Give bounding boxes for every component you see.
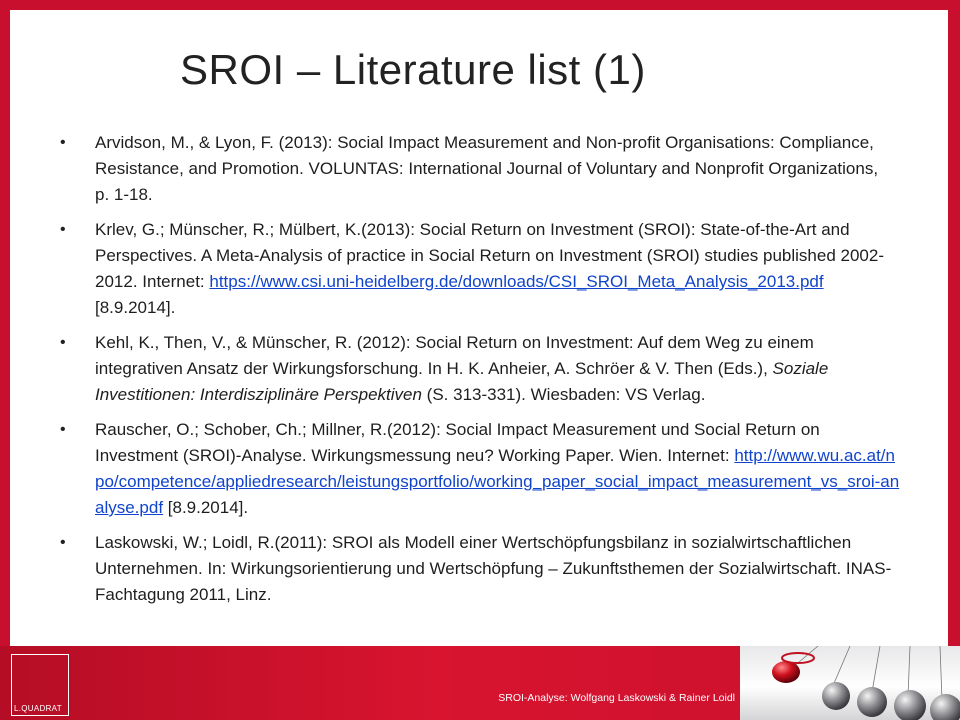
newtons-cradle-image xyxy=(740,646,960,720)
reference-publisher: (S. 313-331). Wiesbaden: VS Verlag. xyxy=(421,385,706,404)
reference-access-date: [8.9.2014]. xyxy=(163,498,249,517)
reference-link[interactable]: https://www.csi.uni-heidelberg.de/downlo… xyxy=(209,272,823,291)
reference-access-date: [8.9.2014]. xyxy=(95,298,176,317)
reference-text: Laskowski, W.; Loidl, R.(2011): SROI als… xyxy=(95,533,892,604)
reference-pages: p. 1-18. xyxy=(95,185,153,204)
reference-text: Arvidson, M., & Lyon, F. (2013): Social … xyxy=(95,133,879,178)
slide-content: SROI – Literature list (1) Arvidson, M.,… xyxy=(10,10,948,646)
reference-item: Rauscher, O.; Schober, Ch.; Millner, R.(… xyxy=(60,417,900,521)
footer-bar: L.QUADRAT SROI-Analyse: Wolfgang Laskows… xyxy=(0,646,960,720)
reference-text: Kehl, K., Then, V., & Münscher, R. (2012… xyxy=(95,333,814,378)
slide-title: SROI – Literature list (1) xyxy=(180,46,646,93)
newtons-cradle-icon xyxy=(772,646,960,720)
reference-item: Arvidson, M., & Lyon, F. (2013): Social … xyxy=(60,130,900,208)
footer-caption: SROI-Analyse: Wolfgang Laskowski & Raine… xyxy=(498,692,735,704)
l-quadrat-logo: L.QUADRAT xyxy=(11,654,69,716)
reference-list: Arvidson, M., & Lyon, F. (2013): Social … xyxy=(60,130,900,617)
reference-item: Laskowski, W.; Loidl, R.(2011): SROI als… xyxy=(60,530,900,608)
reference-item: Kehl, K., Then, V., & Münscher, R. (2012… xyxy=(60,330,900,408)
reference-item: Krlev, G.; Münscher, R.; Mülbert, K.(201… xyxy=(60,217,900,321)
logo-text: L.QUADRAT xyxy=(14,704,62,713)
reference-text: Rauscher, O.; Schober, Ch.; Millner, R.(… xyxy=(95,420,820,465)
